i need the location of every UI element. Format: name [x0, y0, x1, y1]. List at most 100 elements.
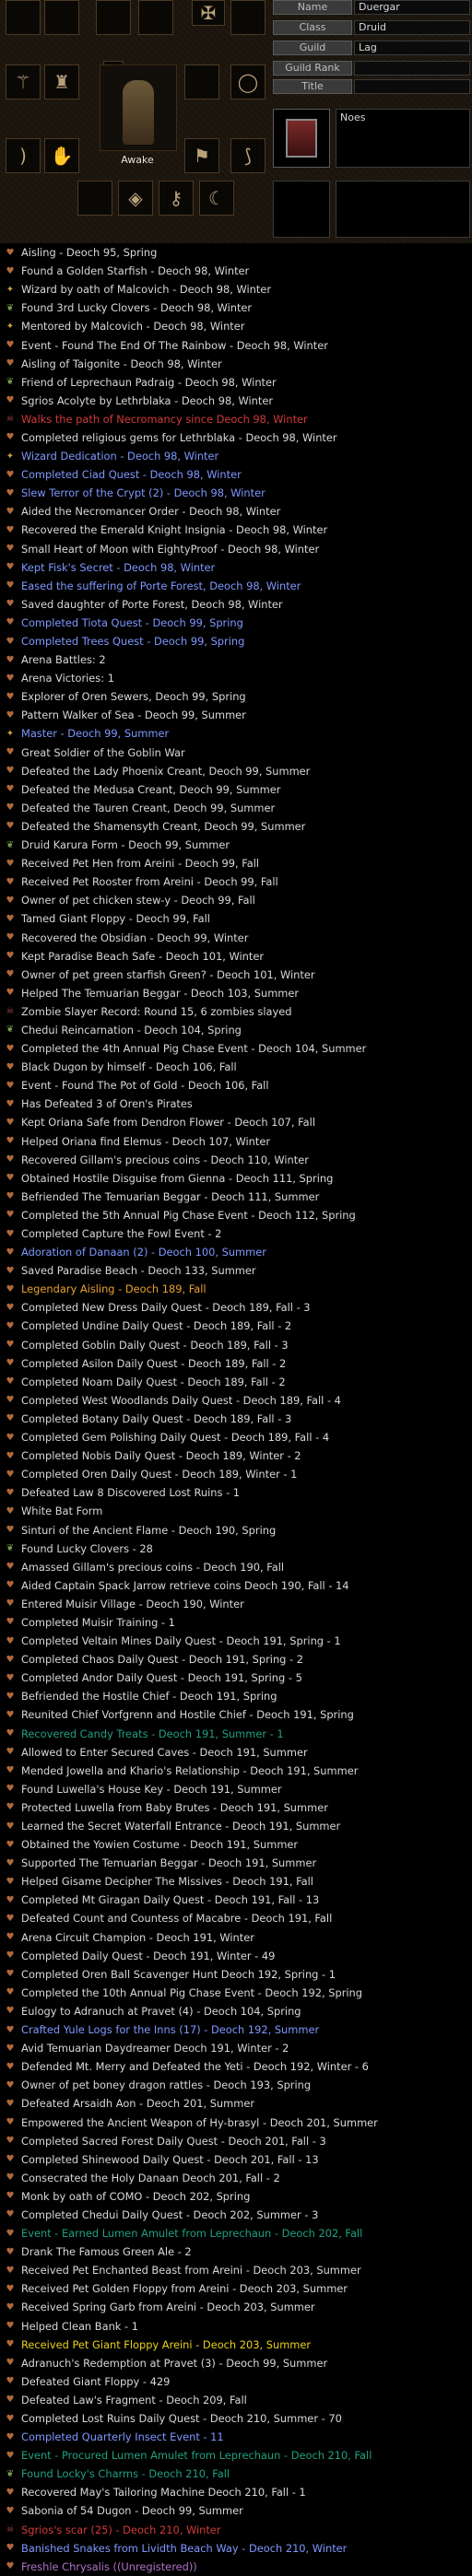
heart-icon: ♥: [6, 1691, 15, 1702]
bracer-icon: ⟆: [244, 145, 252, 167]
legend-row: ♥ Reunited Chief Vorfgrenn and Hostile Ch…: [0, 1705, 472, 1724]
guild-rank-label: Guild Rank: [273, 61, 352, 76]
equipment-slot-11[interactable]: ✋: [44, 138, 79, 173]
legend-row: ♥ Has Defeated 3 of Oren's Pirates: [0, 1095, 472, 1113]
legend-text: Crafted Yule Logs for the Inns (17) - De…: [21, 2023, 320, 2037]
legend-text: Defeated the Lady Phoenix Creant, Deoch …: [21, 764, 311, 778]
leaf-icon: ❦: [6, 2468, 15, 2479]
emblem-slot[interactable]: ✠: [192, 0, 225, 26]
equipment-slot-16[interactable]: ⚷: [159, 181, 194, 216]
heart-icon: ♥: [6, 876, 15, 887]
legend-row: ♥ Slew Terror of the Crypt (2) - Deoch 98…: [0, 484, 472, 502]
legend-text: Completed Nobis Daily Quest - Deoch 189,…: [21, 1449, 301, 1463]
heart-icon: ♥: [6, 1043, 15, 1054]
equipment-slot-8[interactable]: [184, 64, 219, 100]
legend-text: Completed Sacred Forest Daily Quest - De…: [21, 2134, 326, 2148]
emblem-icon: ✠: [200, 2, 217, 24]
legend-text: Completed Shinewood Daily Quest - Deoch …: [21, 2152, 319, 2166]
legend-text: Arena Circuit Champion - Deoch 191, Wint…: [21, 1930, 254, 1944]
legend-row: ♥ Completed Oren Ball Scavenger Hunt Deoc…: [0, 1965, 472, 1984]
legend-row: ♥ Received Pet Enchanted Beast from Arein…: [0, 2261, 472, 2279]
legend-text: Completed Quarterly Insect Event - 11: [21, 2430, 224, 2444]
heart-icon: ♥: [6, 1376, 15, 1388]
legend-row: ♥ Completed Capture the Fowl Event - 2: [0, 1224, 472, 1243]
heart-icon: ♥: [6, 2228, 15, 2239]
legend-row: ♥ Freshle Chrysalis ((Unregistered)): [0, 2558, 472, 2576]
legend-text: Befriended the Hostile Chief - Deoch 191…: [21, 1690, 277, 1704]
heart-icon: ♥: [6, 1784, 15, 1795]
shield-icon: ◈: [128, 187, 143, 209]
equipment-slot-7[interactable]: ♜: [44, 64, 79, 100]
heart-icon: ♥: [6, 1395, 15, 1406]
equipment-slot-10[interactable]: ): [6, 138, 41, 173]
equipment-slot-9[interactable]: ◯: [230, 64, 266, 100]
legend-row: ♥ Aisling - Deoch 95, Spring: [0, 243, 472, 262]
legend-row: ♥ Owner of pet chicken stew-y - Deoch 99,…: [0, 891, 472, 909]
legend-row: ♥ Completed Chedui Daily Quest - Deoch 20…: [0, 2206, 472, 2224]
equipment-slot-13[interactable]: ⟆: [230, 138, 266, 173]
legend-text: Sgrios Acolyte by Lethrblaka - Deoch 98,…: [21, 393, 274, 407]
legend-row: ♥ Completed Tiota Quest - Deoch 99, Sprin…: [0, 614, 472, 632]
legend-text: Black Dugon by himself - Deoch 106, Fall: [21, 1060, 237, 1074]
legend-text: Entered Muisir Village - Deoch 190, Wint…: [21, 1597, 244, 1610]
equipment-slot-1[interactable]: [6, 0, 41, 35]
heart-icon: ♥: [6, 2301, 15, 2313]
equipment-slot-14[interactable]: [77, 181, 112, 216]
legend-row: ♥ Helped Oriana find Elemus - Deoch 107, …: [0, 1132, 472, 1151]
heart-icon: ♥: [6, 2098, 15, 2109]
heart-icon: ♥: [6, 895, 15, 906]
legend-row: ♥ Supported The Temuarian Beggar - Deoch …: [0, 1854, 472, 1872]
legend-text: Defeated Arsaidh Aon - Deoch 201, Summer: [21, 2097, 255, 2111]
legend-row: ♥ Kept Oriana Safe from Dendron Flower - …: [0, 1113, 472, 1131]
heart-icon: ♥: [6, 1210, 15, 1221]
heart-icon: ♥: [6, 544, 15, 555]
equipment-slot-4[interactable]: [138, 0, 173, 35]
legend-text: Drank The Famous Green Ale - 2: [21, 2245, 192, 2259]
heart-icon: ♥: [6, 2024, 15, 2035]
equipment-slot-6[interactable]: ⚚: [6, 64, 41, 100]
heart-icon: ♥: [6, 1913, 15, 1924]
equipment-slot-12[interactable]: ⚑: [184, 138, 219, 173]
equipment-slot-3[interactable]: [96, 0, 131, 35]
legend-row: ♥ Completed Nobis Daily Quest - Deoch 189…: [0, 1446, 472, 1465]
legend-row: ♥ Explorer of Oren Sewers, Deoch 99, Spri…: [0, 687, 472, 706]
legend-row: ♥ Monk by oath of COMO - Deoch 202, Sprin…: [0, 2187, 472, 2206]
legend-text: Completed the 5th Annual Pig Chase Event…: [21, 1208, 356, 1222]
equipment-slot-5[interactable]: [230, 0, 266, 35]
equipment-slot-15[interactable]: ◈: [118, 181, 153, 216]
legend-row: ♥ Owner of pet boney dragon rattles - Deo…: [0, 2076, 472, 2094]
heart-icon: ♥: [6, 2358, 15, 2369]
heart-icon: ♥: [6, 1450, 15, 1461]
legend-text: Defeated the Tauren Creant, Deoch 99, Su…: [21, 801, 276, 814]
legend-text: Found Luwella's House Key - Deoch 191, S…: [21, 1782, 282, 1796]
legend-text: Found a Golden Starfish - Deoch 98, Wint…: [21, 264, 250, 278]
legend-text: Completed Gem Polishing Daily Quest - De…: [21, 1431, 330, 1445]
legend-row: ♥ Defeated the Medusa Creant, Deoch 99, S…: [0, 780, 472, 799]
legend-row: ❦ Chedui Reincarnation - Deoch 104, Sprin…: [0, 1021, 472, 1039]
legend-row: ❦ Found Locky's Charms - Deoch 210, Fall: [0, 2465, 472, 2483]
legend-row: ♥ Recovered May's Tailoring Machine Deoch…: [0, 2483, 472, 2501]
legend-text: Helped Clean Bank - 1: [21, 2319, 138, 2333]
legend-text: Completed Oren Daily Quest - Deoch 189, …: [21, 1468, 298, 1481]
leaf-icon: ❦: [6, 1025, 15, 1036]
legend-text: Received Pet Golden Floppy from Areini -…: [21, 2282, 348, 2296]
legend-row: ♥ Completed Trees Quest - Deoch 99, Sprin…: [0, 632, 472, 650]
legend-row: ♥ Empowered the Ancient Weapon of Hy-bras…: [0, 2113, 472, 2131]
legend-row: ♥ Completed Botany Daily Quest - Deoch 18…: [0, 1410, 472, 1428]
equipment-slot-17[interactable]: ☾: [199, 181, 234, 216]
legend-row: ♥ Legendary Aisling - Deoch 189, Fall: [0, 1280, 472, 1298]
legend-text: Befriended The Temuarian Beggar - Deoch …: [21, 1189, 320, 1203]
leaf-icon: ❦: [6, 839, 15, 850]
legend-row: ♥ Recovered the Emerald Knight Insignia -…: [0, 521, 472, 539]
legend-text: Defeated the Shamensyth Creant, Deoch 99…: [21, 819, 306, 833]
key-icon: ⚷: [169, 187, 183, 209]
equipment-slot-2[interactable]: [44, 0, 79, 35]
title-value[interactable]: [354, 79, 470, 94]
legend-row: ♥ Completed Chaos Daily Quest - Deoch 191…: [0, 1650, 472, 1669]
legend-row: ♥ White Bat Form: [0, 1502, 472, 1520]
legend-text: Eased the suffering of Porte Forest, Deo…: [21, 579, 301, 592]
legend-row: ♥ Defeated Law 8 Discovered Lost Ruins - …: [0, 1483, 472, 1502]
legend-row: ♥ Black Dugon by himself - Deoch 106, Fal…: [0, 1058, 472, 1076]
star-icon: ✦: [6, 451, 15, 462]
heart-icon: ♥: [6, 2431, 15, 2442]
